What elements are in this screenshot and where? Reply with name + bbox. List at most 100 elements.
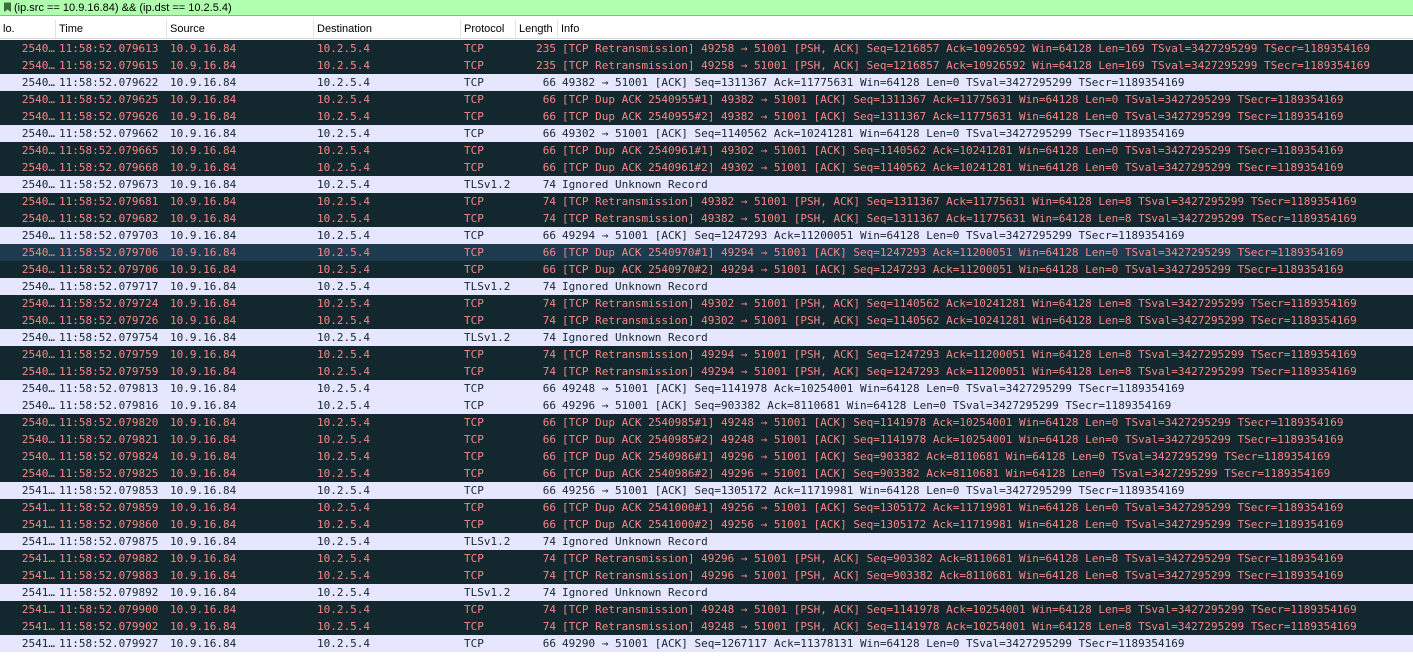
column-header-no[interactable]: lo. — [0, 20, 56, 39]
packet-info: [TCP Dup ACK 2540961#2] 49302 → 51001 [A… — [562, 161, 1344, 174]
packet-source: 10.9.16.84 — [170, 382, 237, 395]
packet-row[interactable]: 2540… 11:58:52.079816 10.9.16.84 10.2.5.4 TC… — [0, 397, 1413, 414]
packet-protocol: TLSv1.2 — [464, 280, 511, 293]
packet-protocol: TLSv1.2 — [464, 178, 511, 191]
packet-time: 11:58:52.079900 — [59, 603, 159, 616]
packet-info: 49294 → 51001 [ACK] Seq=1247293 Ack=1120… — [562, 229, 1185, 242]
packet-row[interactable]: 2541… 11:58:52.079859 10.9.16.84 10.2.5.4 TC… — [0, 499, 1413, 516]
packet-row[interactable]: 2540… 11:58:52.079821 10.9.16.84 10.2.5.4 TC… — [0, 431, 1413, 448]
packet-row[interactable]: 2541… 11:58:52.079860 10.9.16.84 10.2.5.4 TC… — [0, 516, 1413, 533]
packet-row[interactable]: 2541… 11:58:52.079892 10.9.16.84 10.2.5.4 TL… — [0, 584, 1413, 601]
packet-protocol: TCP — [464, 603, 484, 616]
packet-number: 2541… — [21, 552, 55, 565]
column-header-time[interactable]: Time — [56, 20, 167, 39]
packet-protocol: TCP — [464, 144, 484, 157]
packet-row[interactable]: 2540… 11:58:52.079824 10.9.16.84 10.2.5.4 TC… — [0, 448, 1413, 465]
column-header-destination[interactable]: Destination — [314, 20, 461, 39]
packet-row[interactable]: 2541… 11:58:52.079927 10.9.16.84 10.2.5.4 TC… — [0, 635, 1413, 652]
packet-source: 10.9.16.84 — [170, 110, 237, 123]
packet-row[interactable]: 2541… 11:58:52.079902 10.9.16.84 10.2.5.4 TC… — [0, 618, 1413, 635]
packet-row[interactable]: 2541… 11:58:52.079853 10.9.16.84 10.2.5.4 TC… — [0, 482, 1413, 499]
packet-destination: 10.2.5.4 — [317, 59, 370, 72]
packet-protocol: TCP — [464, 348, 484, 361]
packet-row[interactable]: 2540… 11:58:52.079717 10.9.16.84 10.2.5.4 TL… — [0, 278, 1413, 295]
packet-source: 10.9.16.84 — [170, 365, 237, 378]
packet-row[interactable]: 2540… 11:58:52.079706 10.9.16.84 10.2.5.4 TC… — [0, 244, 1413, 261]
packet-destination: 10.2.5.4 — [317, 552, 370, 565]
packet-row[interactable]: 2540… 11:58:52.079662 10.9.16.84 10.2.5.4 TC… — [0, 125, 1413, 142]
packet-source: 10.9.16.84 — [170, 76, 237, 89]
packet-row[interactable]: 2540… 11:58:52.079682 10.9.16.84 10.2.5.4 TC… — [0, 210, 1413, 227]
packet-destination: 10.2.5.4 — [317, 93, 370, 106]
packet-info: Ignored Unknown Record — [562, 535, 708, 548]
packet-destination: 10.2.5.4 — [317, 178, 370, 191]
packet-row[interactable]: 2540… 11:58:52.079625 10.9.16.84 10.2.5.4 TC… — [0, 91, 1413, 108]
packet-number: 2540… — [21, 314, 55, 327]
packet-source: 10.9.16.84 — [170, 450, 237, 463]
packet-row[interactable]: 2540… 11:58:52.079681 10.9.16.84 10.2.5.4 TC… — [0, 193, 1413, 210]
packet-length: 66 — [542, 637, 556, 650]
packet-number: 2540… — [21, 297, 55, 310]
packet-row[interactable]: 2540… 11:58:52.079724 10.9.16.84 10.2.5.4 TC… — [0, 295, 1413, 312]
packet-row[interactable]: 2540… 11:58:52.079825 10.9.16.84 10.2.5.4 TC… — [0, 465, 1413, 482]
packet-row[interactable]: 2541… 11:58:52.079883 10.9.16.84 10.2.5.4 TC… — [0, 567, 1413, 584]
packet-protocol: TCP — [464, 110, 484, 123]
packet-destination: 10.2.5.4 — [317, 399, 370, 412]
column-header-source[interactable]: Source — [167, 20, 314, 39]
packet-protocol: TCP — [464, 42, 484, 55]
packet-destination: 10.2.5.4 — [317, 144, 370, 157]
packet-protocol: TCP — [464, 620, 484, 633]
packet-row[interactable]: 2540… 11:58:52.079673 10.9.16.84 10.2.5.4 TL… — [0, 176, 1413, 193]
packet-time: 11:58:52.079875 — [59, 535, 159, 548]
packet-info: [TCP Dup ACK 2540955#1] 49382 → 51001 [A… — [562, 93, 1344, 106]
packet-info: [TCP Dup ACK 2541000#2] 49256 → 51001 [A… — [562, 518, 1344, 531]
packet-number: 2540… — [21, 161, 55, 174]
packet-row[interactable]: 2540… 11:58:52.079759 10.9.16.84 10.2.5.4 TC… — [0, 346, 1413, 363]
packet-destination: 10.2.5.4 — [317, 161, 370, 174]
packet-source: 10.9.16.84 — [170, 42, 237, 55]
packet-time: 11:58:52.079759 — [59, 348, 159, 361]
packet-destination: 10.2.5.4 — [317, 280, 370, 293]
packet-length: 74 — [542, 178, 556, 191]
packet-row[interactable]: 2540… 11:58:52.079668 10.9.16.84 10.2.5.4 TC… — [0, 159, 1413, 176]
packet-time: 11:58:52.079883 — [59, 569, 159, 582]
packet-destination: 10.2.5.4 — [317, 433, 370, 446]
packet-source: 10.9.16.84 — [170, 263, 237, 276]
packet-row[interactable]: 2540… 11:58:52.079665 10.9.16.84 10.2.5.4 TC… — [0, 142, 1413, 159]
packet-row[interactable]: 2540… 11:58:52.079703 10.9.16.84 10.2.5.4 TC… — [0, 227, 1413, 244]
packet-length: 66 — [542, 501, 556, 514]
packet-info: [TCP Retransmission] 49258 → 51001 [PSH,… — [562, 42, 1370, 55]
filter-bookmark-icon[interactable] — [1, 1, 13, 15]
packet-row[interactable]: 2540… 11:58:52.079615 10.9.16.84 10.2.5.4 TC… — [0, 57, 1413, 74]
packet-info: [TCP Retransmission] 49302 → 51001 [PSH,… — [562, 297, 1357, 310]
packet-list[interactable]: 2540… 11:58:52.079613 10.9.16.84 10.2.5.4 TC… — [0, 40, 1413, 656]
packet-source: 10.9.16.84 — [170, 399, 237, 412]
packet-row[interactable]: 2540… 11:58:52.079820 10.9.16.84 10.2.5.4 TC… — [0, 414, 1413, 431]
packet-source: 10.9.16.84 — [170, 212, 237, 225]
packet-row[interactable]: 2540… 11:58:52.079813 10.9.16.84 10.2.5.4 TC… — [0, 380, 1413, 397]
packet-destination: 10.2.5.4 — [317, 501, 370, 514]
packet-row[interactable]: 2541… 11:58:52.079875 10.9.16.84 10.2.5.4 TL… — [0, 533, 1413, 550]
packet-row[interactable]: 2540… 11:58:52.079706 10.9.16.84 10.2.5.4 TC… — [0, 261, 1413, 278]
packet-source: 10.9.16.84 — [170, 348, 237, 361]
packet-destination: 10.2.5.4 — [317, 467, 370, 480]
column-header-protocol[interactable]: Protocol — [461, 20, 516, 39]
packet-row[interactable]: 2540… 11:58:52.079759 10.9.16.84 10.2.5.4 TC… — [0, 363, 1413, 380]
display-filter-input[interactable] — [13, 0, 1314, 15]
packet-source: 10.9.16.84 — [170, 59, 237, 72]
packet-length: 66 — [542, 127, 556, 140]
packet-row[interactable]: 2541… 11:58:52.079900 10.9.16.84 10.2.5.4 TC… — [0, 601, 1413, 618]
packet-row[interactable]: 2540… 11:58:52.079726 10.9.16.84 10.2.5.4 TC… — [0, 312, 1413, 329]
column-header-length[interactable]: Length — [516, 20, 558, 39]
packet-row[interactable]: 2541… 11:58:52.079882 10.9.16.84 10.2.5.4 TC… — [0, 550, 1413, 567]
packet-row[interactable]: 2540… 11:58:52.079754 10.9.16.84 10.2.5.4 TL… — [0, 329, 1413, 346]
packet-time: 11:58:52.079853 — [59, 484, 159, 497]
packet-row[interactable]: 2540… 11:58:52.079613 10.9.16.84 10.2.5.4 TC… — [0, 40, 1413, 57]
packet-row[interactable]: 2540… 11:58:52.079626 10.9.16.84 10.2.5.4 TC… — [0, 108, 1413, 125]
column-header-info[interactable]: Info — [558, 20, 1413, 39]
packet-number: 2540… — [21, 59, 55, 72]
packet-destination: 10.2.5.4 — [317, 110, 370, 123]
packet-protocol: TCP — [464, 433, 484, 446]
packet-length: 74 — [542, 569, 556, 582]
packet-row[interactable]: 2540… 11:58:52.079622 10.9.16.84 10.2.5.4 TC… — [0, 74, 1413, 91]
